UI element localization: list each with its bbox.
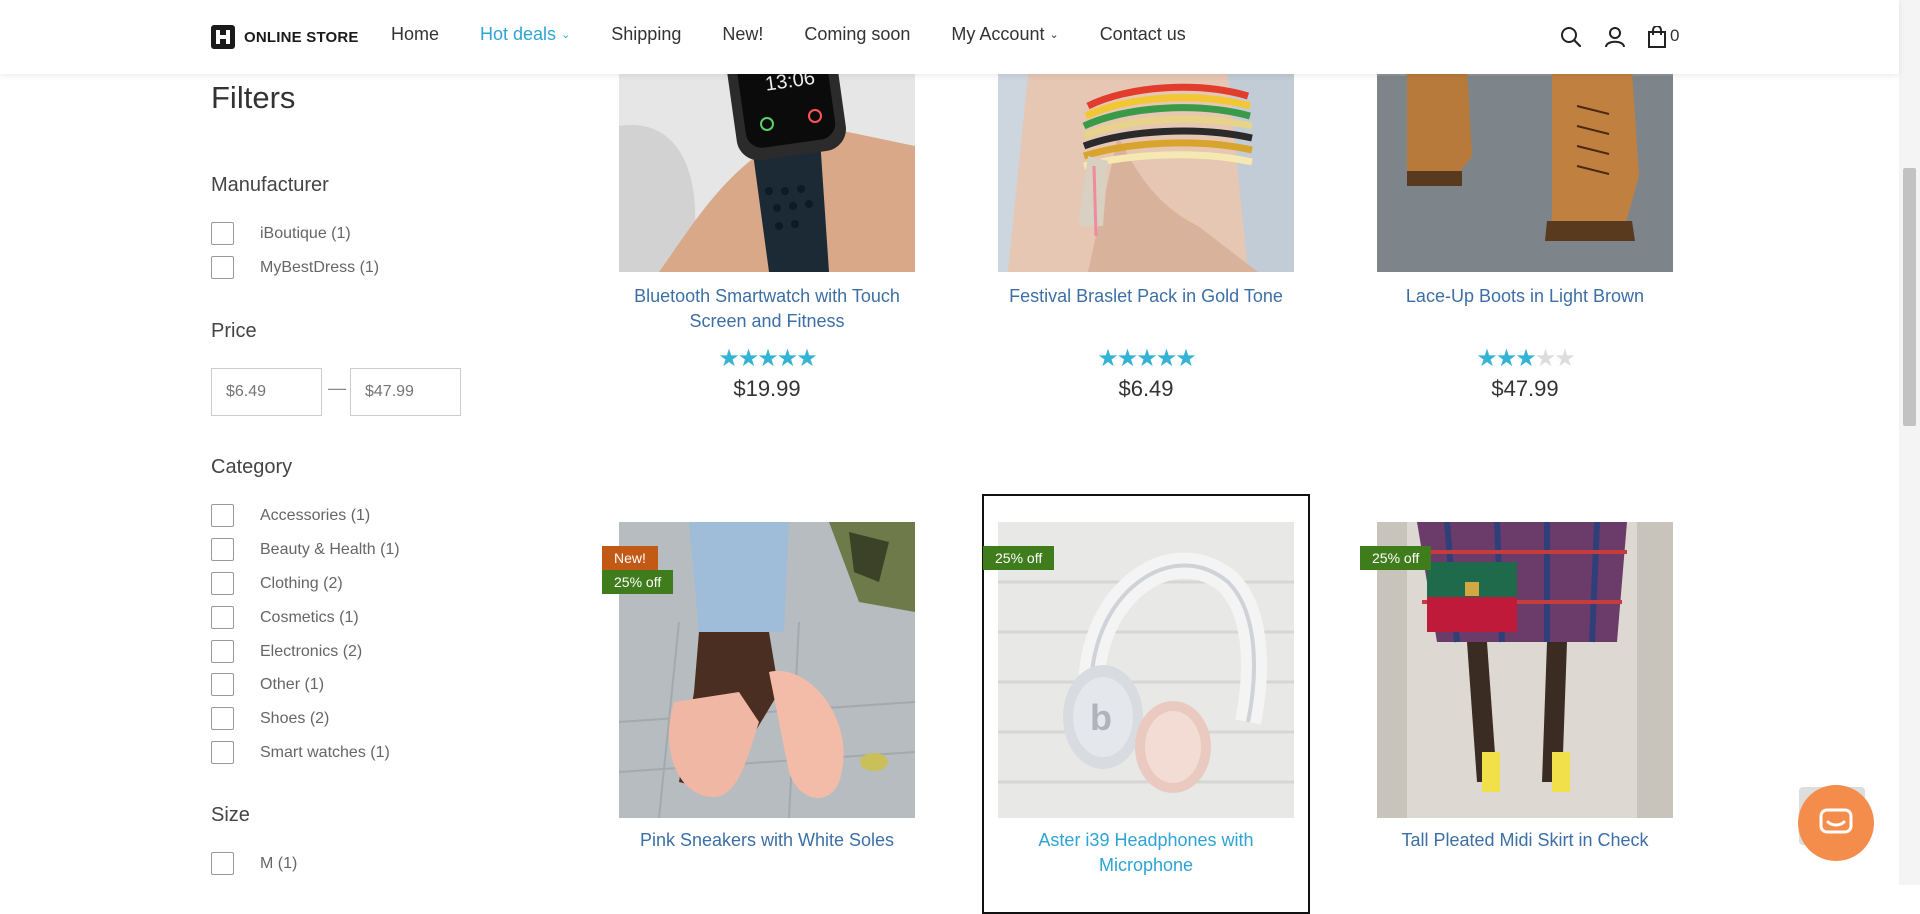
checkbox[interactable] bbox=[211, 256, 234, 279]
discount-badge: 25% off bbox=[602, 570, 674, 594]
filter-option-label: Other (1) bbox=[260, 675, 325, 693]
checkbox[interactable] bbox=[211, 673, 234, 696]
store-logo[interactable]: ONLINE STORE bbox=[211, 25, 359, 49]
filter-manufacturer-title: Manufacturer bbox=[211, 174, 329, 196]
price-separator: — bbox=[328, 378, 346, 398]
filter-option-label: Accessories (1) bbox=[260, 506, 371, 524]
filter-option-label: iBoutique (1) bbox=[260, 224, 351, 242]
site-header: ONLINE STORE Home Hot deals ⌄ Shipping Ne… bbox=[0, 0, 1899, 74]
sneakers-image[interactable] bbox=[619, 522, 915, 818]
product-price: $47.99 bbox=[1491, 376, 1559, 401]
product-price: $6.49 bbox=[1118, 376, 1174, 401]
product-name-link[interactable]: Festival Braslet Pack in Gold Tone bbox=[998, 284, 1294, 309]
svg-text:b: b bbox=[1090, 697, 1112, 738]
product-name-link[interactable]: Pink Sneakers with White Soles bbox=[619, 828, 915, 853]
product-price: $19.99 bbox=[733, 376, 801, 401]
checkbox[interactable] bbox=[211, 538, 234, 561]
logo-icon bbox=[211, 25, 235, 49]
page-scrollbar-track[interactable] bbox=[1899, 0, 1920, 885]
rating-stars: ★★★★★ bbox=[1476, 345, 1576, 372]
filter-option-label: Clothing (2) bbox=[260, 574, 343, 592]
checkbox[interactable] bbox=[211, 852, 234, 875]
filter-option[interactable]: Other (1) bbox=[211, 673, 324, 696]
cart-count: 0 bbox=[1670, 26, 1680, 45]
filter-option-label: MyBestDress (1) bbox=[260, 258, 380, 276]
nav-home[interactable]: Home bbox=[391, 24, 439, 45]
checkbox[interactable] bbox=[211, 606, 234, 629]
filter-option[interactable]: Accessories (1) bbox=[211, 504, 370, 527]
product-name-link[interactable]: Lace-Up Boots in Light Brown bbox=[1377, 284, 1673, 309]
chat-icon bbox=[1819, 808, 1853, 834]
filter-price-title: Price bbox=[211, 320, 257, 342]
filter-option-label: Cosmetics (1) bbox=[260, 608, 359, 626]
nav-my-account-label: My Account bbox=[951, 24, 1045, 44]
checkbox[interactable] bbox=[211, 504, 234, 527]
filter-option-label: Electronics (2) bbox=[260, 642, 363, 660]
filter-option[interactable]: Smart watches (1) bbox=[211, 741, 390, 764]
header-icons: 0 bbox=[1560, 26, 1679, 48]
price-min-input[interactable] bbox=[211, 368, 322, 416]
checkbox[interactable] bbox=[211, 741, 234, 764]
filter-option[interactable]: M (1) bbox=[211, 852, 297, 875]
discount-badge: 25% off bbox=[1360, 546, 1432, 570]
discount-badge: 25% off bbox=[983, 546, 1055, 570]
nav-my-account[interactable]: My Account ⌄ bbox=[951, 24, 1058, 45]
nav-shipping[interactable]: Shipping bbox=[611, 24, 681, 45]
filter-option[interactable]: Cosmetics (1) bbox=[211, 606, 359, 629]
checkbox[interactable] bbox=[211, 572, 234, 595]
checkbox[interactable] bbox=[211, 222, 234, 245]
filters-sidebar: Filters Manufacturer iBoutique (1) MyBes… bbox=[211, 80, 511, 875]
chevron-down-icon: ⌄ bbox=[1049, 29, 1059, 41]
price-max-input[interactable] bbox=[350, 368, 461, 416]
nav-hot-deals-label: Hot deals bbox=[480, 24, 557, 44]
chevron-down-icon: ⌄ bbox=[561, 29, 571, 41]
checkbox[interactable] bbox=[211, 707, 234, 730]
filter-option-label: M (1) bbox=[260, 854, 298, 872]
nav-hot-deals[interactable]: Hot deals ⌄ bbox=[480, 24, 570, 45]
filter-option[interactable]: Electronics (2) bbox=[211, 640, 362, 663]
chat-launcher-button[interactable] bbox=[1798, 785, 1874, 861]
filter-option[interactable]: MyBestDress (1) bbox=[211, 256, 379, 279]
product-name-link[interactable]: Bluetooth Smartwatch with Touch Screen a… bbox=[619, 284, 915, 334]
new-badge: New! bbox=[602, 546, 658, 570]
main-nav: Home Hot deals ⌄ Shipping New! Coming soo… bbox=[391, 24, 1227, 45]
user-icon[interactable] bbox=[1604, 26, 1626, 48]
rating-stars: ★★★★★ bbox=[1097, 345, 1197, 372]
nav-new[interactable]: New! bbox=[722, 24, 763, 45]
logo-text: ONLINE STORE bbox=[244, 28, 359, 46]
filter-category-title: Category bbox=[211, 456, 293, 478]
filter-option-label: Beauty & Health (1) bbox=[260, 540, 400, 558]
shopping-bag-icon bbox=[1648, 26, 1666, 48]
filters-title: Filters bbox=[211, 80, 296, 115]
filter-option[interactable]: Beauty & Health (1) bbox=[211, 538, 400, 561]
rating-stars: ★★★★★ bbox=[718, 345, 818, 372]
nav-contact-us[interactable]: Contact us bbox=[1100, 24, 1186, 45]
product-name-link[interactable]: Aster i39 Headphones with Microphone bbox=[998, 828, 1294, 878]
filter-option[interactable]: Shoes (2) bbox=[211, 707, 329, 730]
filter-size-title: Size bbox=[211, 804, 250, 826]
filter-option-label: Shoes (2) bbox=[260, 709, 330, 727]
filter-option[interactable]: iBoutique (1) bbox=[211, 222, 351, 245]
cart-button[interactable]: 0 bbox=[1648, 26, 1679, 48]
checkbox[interactable] bbox=[211, 640, 234, 663]
product-name-link[interactable]: Tall Pleated Midi Skirt in Check bbox=[1377, 828, 1673, 853]
filter-option-label: Smart watches (1) bbox=[260, 743, 390, 761]
filter-option[interactable]: Clothing (2) bbox=[211, 572, 343, 595]
search-icon[interactable] bbox=[1560, 26, 1582, 48]
page-scrollbar-thumb[interactable] bbox=[1903, 168, 1916, 426]
nav-coming-soon[interactable]: Coming soon bbox=[804, 24, 910, 45]
